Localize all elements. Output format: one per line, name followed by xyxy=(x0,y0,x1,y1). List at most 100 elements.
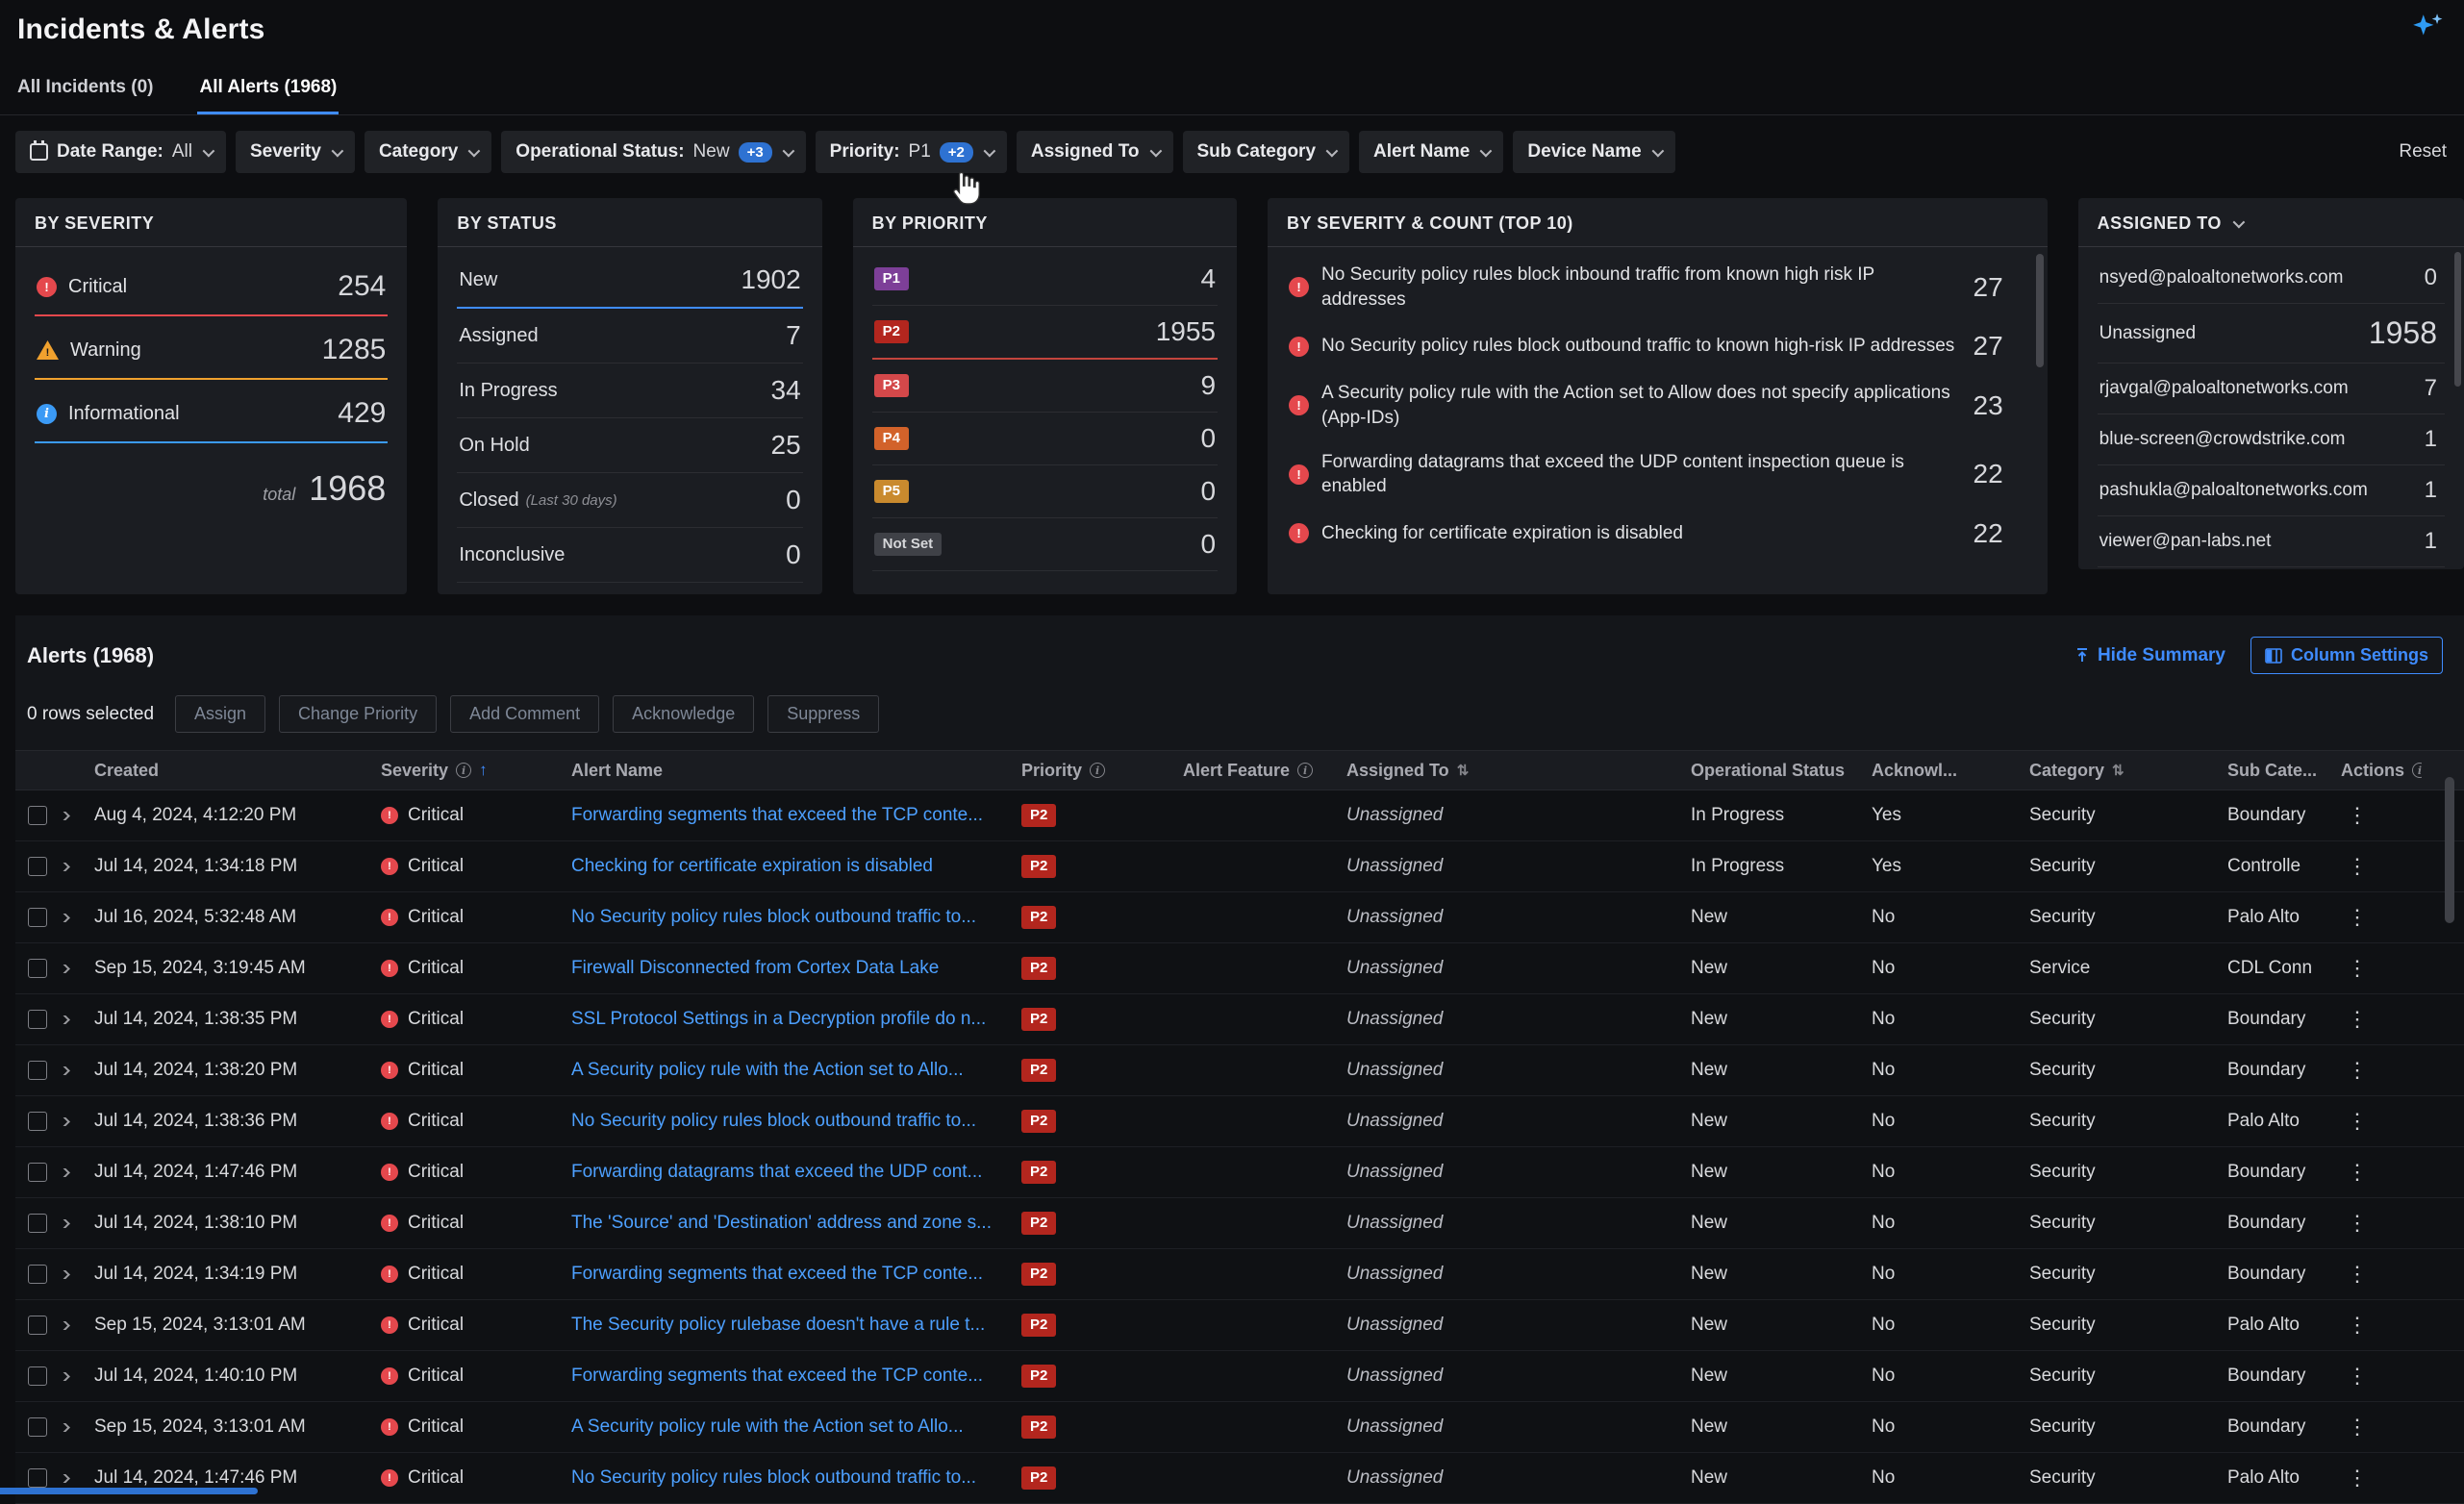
alert-name-link[interactable]: Forwarding datagrams that exceed the UDP… xyxy=(571,1162,982,1183)
alert-name-link[interactable]: Forwarding segments that exceed the TCP … xyxy=(571,805,983,826)
alert-name-link[interactable]: Forwarding segments that exceed the TCP … xyxy=(571,1264,983,1285)
row-actions-menu-icon[interactable]: ⋮ xyxy=(2341,1058,2374,1083)
alert-name-link[interactable]: Checking for certificate expiration is d… xyxy=(571,856,933,877)
row-checkbox[interactable] xyxy=(28,1163,47,1182)
column-settings-button[interactable]: Column Settings xyxy=(2250,637,2443,674)
column-header-severity[interactable]: Severityi↑ xyxy=(381,761,571,781)
row-checkbox[interactable] xyxy=(28,1214,47,1233)
column-header-actions[interactable]: Actionsi xyxy=(2341,761,2422,781)
row-checkbox[interactable] xyxy=(28,857,47,876)
expand-row-icon[interactable] xyxy=(60,1321,70,1330)
top10-scrollbar[interactable] xyxy=(2036,254,2044,367)
expand-row-icon[interactable] xyxy=(60,1066,70,1075)
cell-actions: ⋮ xyxy=(2341,1262,2422,1287)
alert-name-link[interactable]: No Security policy rules block outbound … xyxy=(571,907,976,928)
filter-chip-category[interactable]: Category xyxy=(365,131,491,173)
expand-row-icon[interactable] xyxy=(60,914,70,922)
filter-chip-device-name[interactable]: Device Name xyxy=(1513,131,1674,173)
alert-name-link[interactable]: A Security policy rule with the Action s… xyxy=(571,1060,964,1081)
row-actions-menu-icon[interactable]: ⋮ xyxy=(2341,1007,2374,1032)
cell-operational-status: New xyxy=(1691,1264,1872,1285)
row-checkbox[interactable] xyxy=(28,1366,47,1386)
alert-name-link[interactable]: No Security policy rules block outbound … xyxy=(571,1467,976,1489)
cell-created: Jul 16, 2024, 5:32:48 AM xyxy=(94,907,381,928)
filter-chip-assigned-to[interactable]: Assigned To xyxy=(1017,131,1173,173)
tab-all-alerts[interactable]: All Alerts (1968) xyxy=(197,77,339,114)
row-checkbox[interactable] xyxy=(28,1417,47,1437)
alert-name-link[interactable]: SSL Protocol Settings in a Decryption pr… xyxy=(571,1009,986,1030)
column-header-priority[interactable]: Priorityi xyxy=(1021,761,1183,781)
hide-summary-button[interactable]: Hide Summary xyxy=(2074,645,2225,666)
bulk-action-change-priority[interactable]: Change Priority xyxy=(279,695,437,733)
filter-chip-priority[interactable]: Priority:P1+2 xyxy=(816,131,1007,173)
row-actions-menu-icon[interactable]: ⋮ xyxy=(2341,905,2374,930)
expand-row-icon[interactable] xyxy=(60,1219,70,1228)
expand-row-icon[interactable] xyxy=(60,1270,70,1279)
cell-acknowledged: No xyxy=(1872,907,2029,928)
row-checkbox[interactable] xyxy=(28,806,47,825)
filter-chip-severity[interactable]: Severity xyxy=(236,131,355,173)
assigned-scrollbar[interactable] xyxy=(2454,252,2461,387)
chevron-down-icon xyxy=(1651,144,1664,157)
row-actions-menu-icon[interactable]: ⋮ xyxy=(2341,1466,2374,1491)
alert-name-link[interactable]: Forwarding segments that exceed the TCP … xyxy=(571,1366,983,1387)
table-vertical-scrollbar[interactable] xyxy=(2445,777,2454,923)
column-header-acknowl-[interactable]: Acknowl... xyxy=(1872,761,2029,781)
row-checkbox[interactable] xyxy=(28,1010,47,1029)
row-actions-menu-icon[interactable]: ⋮ xyxy=(2341,1313,2374,1338)
column-header-operational-status[interactable]: Operational Status xyxy=(1691,761,1872,781)
column-header-sub-cate-[interactable]: Sub Cate... xyxy=(2227,761,2341,781)
column-header-category[interactable]: Category⇅ xyxy=(2029,761,2227,781)
cell-assigned-to: Unassigned xyxy=(1346,907,1691,928)
alert-name-link[interactable]: The Security policy rulebase doesn't hav… xyxy=(571,1315,985,1336)
expand-row-icon[interactable] xyxy=(60,1423,70,1432)
row-actions-menu-icon[interactable]: ⋮ xyxy=(2341,1415,2374,1440)
alert-name-link[interactable]: Firewall Disconnected from Cortex Data L… xyxy=(571,958,939,979)
expand-row-icon[interactable] xyxy=(60,1015,70,1024)
alert-name-link[interactable]: No Security policy rules block outbound … xyxy=(571,1111,976,1132)
row-actions-menu-icon[interactable]: ⋮ xyxy=(2341,854,2374,879)
expand-row-icon[interactable] xyxy=(60,1474,70,1483)
alert-name-link[interactable]: A Security policy rule with the Action s… xyxy=(571,1416,964,1438)
assigned-to-selector[interactable]: ASSIGNED TO xyxy=(2098,213,2242,234)
column-header-alert-name[interactable]: Alert Name xyxy=(571,761,1021,781)
row-actions-menu-icon[interactable]: ⋮ xyxy=(2341,1211,2374,1236)
filter-chip-date-range[interactable]: Date Range:All xyxy=(15,131,226,173)
row-checkbox[interactable] xyxy=(28,1112,47,1131)
filter-chip-alert-name[interactable]: Alert Name xyxy=(1359,131,1503,173)
row-checkbox[interactable] xyxy=(28,908,47,927)
column-header-alert-feature[interactable]: Alert Featurei xyxy=(1183,761,1346,781)
bulk-action-suppress[interactable]: Suppress xyxy=(767,695,879,733)
bulk-action-acknowledge[interactable]: Acknowledge xyxy=(613,695,754,733)
row-checkbox[interactable] xyxy=(28,1316,47,1335)
expand-row-icon[interactable] xyxy=(60,1168,70,1177)
table-horizontal-scrollbar[interactable] xyxy=(0,1488,258,1494)
reset-filters-button[interactable]: Reset xyxy=(2399,141,2447,163)
row-actions-menu-icon[interactable]: ⋮ xyxy=(2341,1160,2374,1185)
row-actions-menu-icon[interactable]: ⋮ xyxy=(2341,956,2374,981)
row-checkbox[interactable] xyxy=(28,1265,47,1284)
filter-chip-sub-category[interactable]: Sub Category xyxy=(1183,131,1350,173)
bulk-action-assign[interactable]: Assign xyxy=(175,695,265,733)
row-checkbox[interactable] xyxy=(28,1468,47,1488)
row-checkbox[interactable] xyxy=(28,1061,47,1080)
row-actions-menu-icon[interactable]: ⋮ xyxy=(2341,803,2374,828)
row-actions-menu-icon[interactable]: ⋮ xyxy=(2341,1364,2374,1389)
column-header-assigned-to[interactable]: Assigned To⇅ xyxy=(1346,761,1691,781)
bulk-action-add-comment[interactable]: Add Comment xyxy=(450,695,599,733)
alert-name-link[interactable]: The 'Source' and 'Destination' address a… xyxy=(571,1213,992,1234)
row-actions-menu-icon[interactable]: ⋮ xyxy=(2341,1109,2374,1134)
expand-row-icon[interactable] xyxy=(60,812,70,820)
expand-row-icon[interactable] xyxy=(60,965,70,973)
expand-row-icon[interactable] xyxy=(60,1372,70,1381)
expand-row-icon[interactable] xyxy=(60,863,70,871)
expand-row-icon[interactable] xyxy=(60,1117,70,1126)
tab-all-incidents[interactable]: All Incidents (0) xyxy=(15,77,155,114)
column-label: Acknowl... xyxy=(1872,761,1957,781)
critical-icon: ! xyxy=(381,1062,398,1079)
row-checkbox[interactable] xyxy=(28,959,47,978)
filter-chip-operational-status[interactable]: Operational Status:New+3 xyxy=(501,131,805,173)
ai-sparkle-icon[interactable] xyxy=(2410,12,2445,47)
row-actions-menu-icon[interactable]: ⋮ xyxy=(2341,1262,2374,1287)
column-header-created[interactable]: Created xyxy=(94,761,381,781)
